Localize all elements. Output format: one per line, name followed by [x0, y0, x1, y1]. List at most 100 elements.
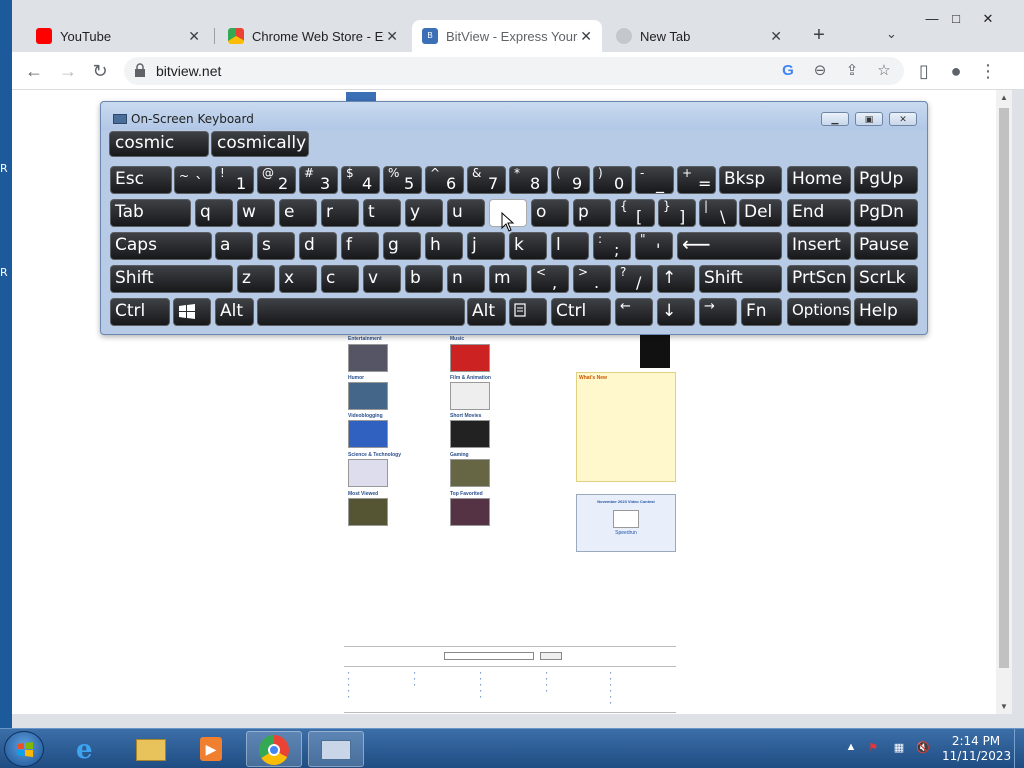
google-icon[interactable]: G	[778, 61, 798, 81]
close-icon[interactable]: ✕	[580, 28, 592, 45]
key-home[interactable]: Home	[787, 166, 851, 194]
url-text[interactable]: bitview.net	[156, 63, 221, 79]
key-n[interactable]: n	[447, 265, 485, 293]
key-d[interactable]: d	[299, 232, 337, 260]
key-8[interactable]: * 8	[509, 166, 548, 194]
scrollbar-thumb[interactable]	[999, 108, 1009, 668]
key-arrow-down[interactable]: ↓	[657, 298, 695, 326]
forward-icon[interactable]: →	[56, 59, 80, 83]
footer-links[interactable]: ▪ ▪ ▪ ▪ ▪ ▪	[610, 670, 611, 706]
category-title[interactable]: Gaming	[450, 452, 469, 458]
video-thumbnail[interactable]	[348, 498, 388, 526]
reload-icon[interactable]: ↻	[88, 59, 112, 83]
video-thumbnail[interactable]	[450, 498, 490, 526]
close-icon[interactable]: ✕	[188, 28, 200, 45]
footer-search-input[interactable]	[444, 652, 534, 660]
key-6[interactable]: ^ 6	[425, 166, 464, 194]
video-thumbnail[interactable]	[348, 344, 388, 372]
footer-links[interactable]: ▪ ▪ ▪	[414, 670, 415, 688]
address-bar[interactable]: bitview.net G ⊖ ⇪ ☆	[124, 57, 904, 85]
key-y[interactable]: y	[405, 199, 443, 227]
key-l[interactable]: l	[551, 232, 589, 260]
key-7[interactable]: & 7	[467, 166, 506, 194]
key-tab[interactable]: Tab	[110, 199, 191, 227]
key-del[interactable]: Del	[739, 199, 782, 227]
key-tilde[interactable]: ~ `	[174, 166, 212, 194]
key-3[interactable]: #3	[299, 166, 338, 194]
zoom-icon[interactable]: ⊖	[810, 61, 830, 81]
key-insert[interactable]: Insert	[787, 232, 851, 260]
key-arrow-left[interactable]: ←	[615, 298, 653, 326]
footer-search-button[interactable]	[540, 652, 562, 660]
key-g[interactable]: g	[383, 232, 421, 260]
close-icon[interactable]: ✕	[889, 112, 917, 126]
close-icon[interactable]: ✕	[386, 28, 398, 45]
show-desktop-button[interactable]	[1014, 729, 1024, 768]
close-icon[interactable]: ✕	[770, 28, 782, 45]
start-button[interactable]	[4, 731, 44, 767]
menu-icon[interactable]: ⋮	[976, 59, 1000, 83]
suggestion-button[interactable]: cosmic	[109, 131, 209, 157]
footer-links[interactable]: ▪ ▪ ▪ ▪ ▪	[480, 670, 481, 700]
chrome-taskbar-button[interactable]	[246, 731, 302, 767]
key-esc[interactable]: Esc	[110, 166, 172, 194]
media-player-button[interactable]: ▶	[182, 731, 238, 767]
key-alt-left[interactable]: Alt	[215, 298, 254, 326]
key-k[interactable]: k	[509, 232, 547, 260]
key-open-bracket[interactable]: {[	[615, 199, 655, 227]
category-title[interactable]: Videoblogging	[348, 413, 383, 419]
video-thumbnail[interactable]	[348, 420, 388, 448]
key-scrlk[interactable]: ScrLk	[854, 265, 918, 293]
restore-icon[interactable]: ▣	[855, 112, 883, 126]
footer-links[interactable]: ▪ ▪ ▪ ▪ ▪	[348, 670, 349, 700]
category-title[interactable]: Short Movies	[450, 413, 481, 419]
key-caps[interactable]: Caps	[110, 232, 212, 260]
key-1[interactable]: ! 1	[215, 166, 254, 194]
key-c[interactable]: c	[321, 265, 359, 293]
key-u[interactable]: u	[447, 199, 485, 227]
key-space[interactable]	[257, 298, 465, 326]
share-icon[interactable]: ⇪	[842, 61, 862, 81]
key-x[interactable]: x	[279, 265, 317, 293]
file-explorer-button[interactable]	[122, 731, 178, 767]
key-options[interactable]: Options	[787, 298, 851, 326]
category-title[interactable]: Most Viewed	[348, 491, 378, 497]
key-enter[interactable]: ⟵	[677, 232, 782, 260]
profile-icon[interactable]: ●	[944, 59, 968, 83]
internet-explorer-button[interactable]: e	[62, 731, 118, 767]
key-m[interactable]: m	[489, 265, 527, 293]
key-help[interactable]: Help	[854, 298, 918, 326]
key-b[interactable]: b	[405, 265, 443, 293]
key-w[interactable]: w	[237, 199, 275, 227]
key-windows[interactable]	[173, 298, 211, 326]
scroll-down-icon[interactable]: ▼	[1000, 702, 1008, 711]
category-title[interactable]: Film & Animation	[450, 375, 491, 381]
video-thumbnail[interactable]	[450, 382, 490, 410]
key-prtscn[interactable]: PrtScn	[787, 265, 851, 293]
key-v[interactable]: v	[363, 265, 401, 293]
key-backslash[interactable]: | \	[699, 199, 737, 227]
key-p[interactable]: p	[573, 199, 611, 227]
key-pgup[interactable]: PgUp	[854, 166, 918, 194]
restore-icon[interactable]: □	[942, 10, 970, 28]
key-q[interactable]: q	[195, 199, 233, 227]
footer-links[interactable]: ▪ ▪ ▪ ▪	[546, 670, 547, 694]
key-pgdn[interactable]: PgDn	[854, 199, 918, 227]
video-thumbnail[interactable]	[450, 344, 490, 372]
key-minus[interactable]: - _	[635, 166, 674, 194]
tab-new-tab[interactable]: New Tab ✕	[606, 20, 792, 52]
key-comma[interactable]: <,	[531, 265, 569, 293]
key-arrow-up[interactable]: ↑	[657, 265, 695, 293]
key-t[interactable]: t	[363, 199, 401, 227]
volume-muted-icon[interactable]: 🔇	[916, 741, 930, 755]
key-4[interactable]: $4	[341, 166, 380, 194]
key-j[interactable]: j	[467, 232, 505, 260]
category-title[interactable]: Humor	[348, 375, 364, 381]
key-ctrl-right[interactable]: Ctrl	[551, 298, 611, 326]
minimize-icon[interactable]: ▁	[821, 112, 849, 126]
category-title[interactable]: Top Favorited	[450, 491, 483, 497]
chevron-down-icon[interactable]: ⌄	[886, 26, 897, 42]
key-close-bracket[interactable]: }]	[658, 199, 696, 227]
tab-bitview[interactable]: B BitView - Express Yourse ✕	[412, 20, 602, 52]
key-alt-right[interactable]: Alt	[467, 298, 506, 326]
